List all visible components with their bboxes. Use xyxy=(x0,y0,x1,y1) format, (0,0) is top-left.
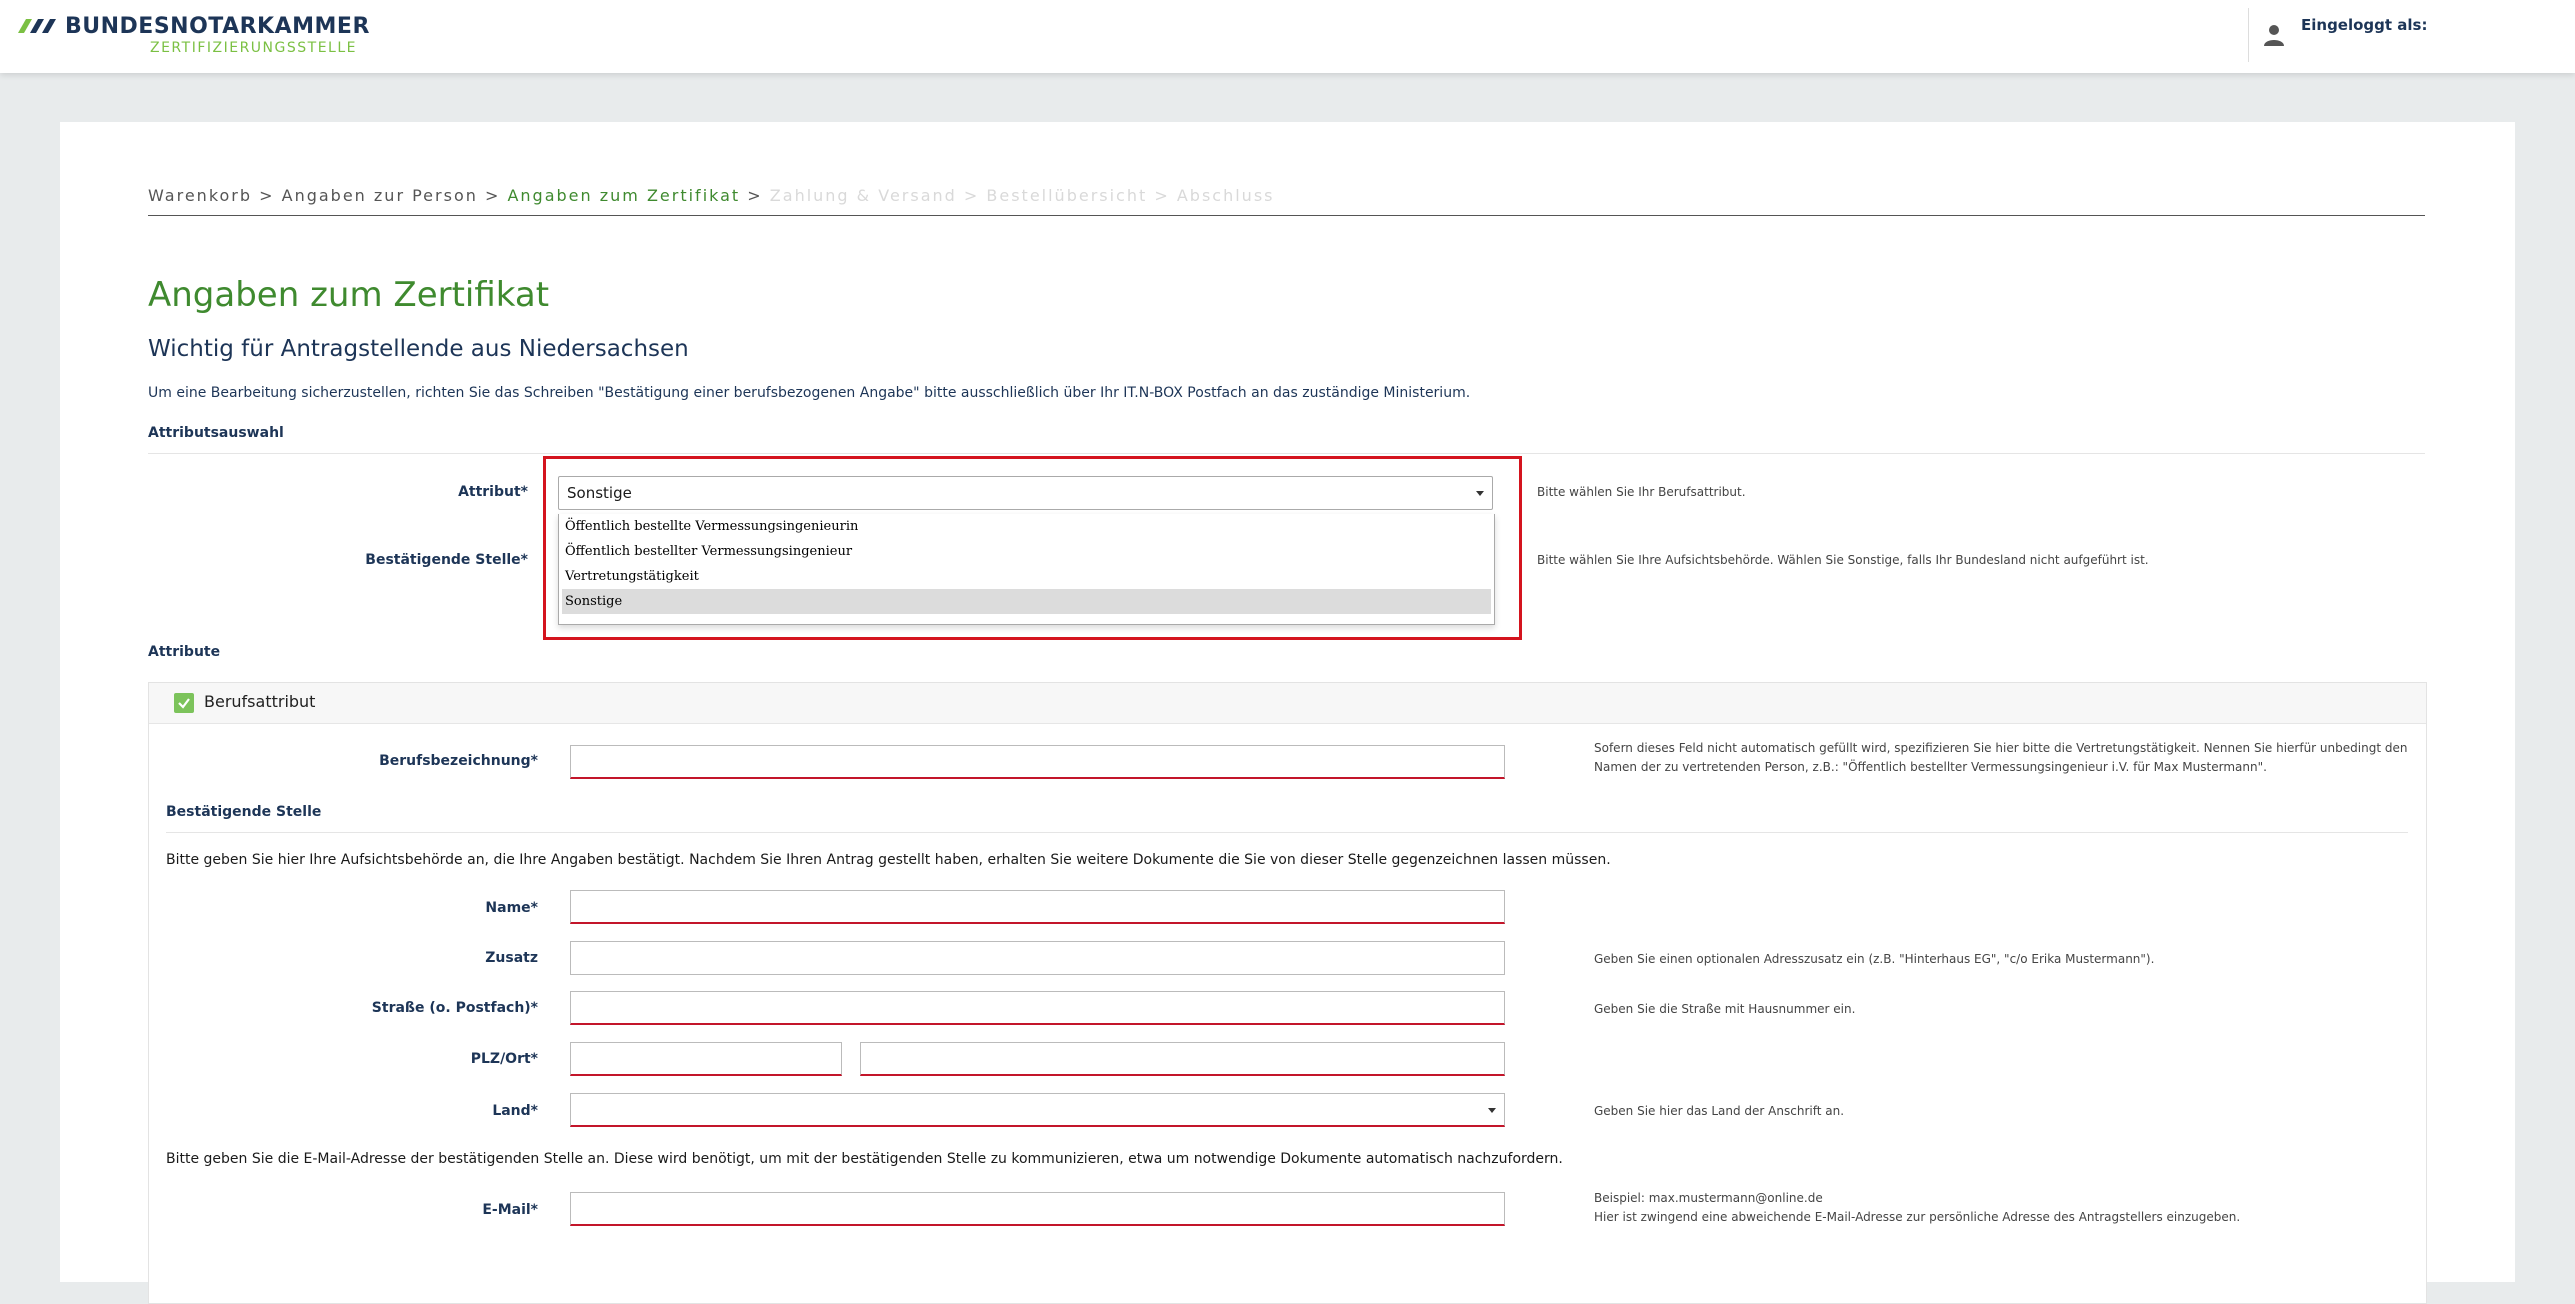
email-input[interactable] xyxy=(570,1192,1505,1226)
breadcrumb-step-overview: Bestellübersicht xyxy=(986,186,1148,205)
logo-stripes-icon xyxy=(18,19,56,33)
street-label: Straße (o. Postfach)* xyxy=(371,1000,538,1016)
highlight-frame xyxy=(543,456,1522,640)
breadcrumb-step-finish: Abschluss xyxy=(1176,186,1275,205)
postal-city-label: PLZ/Ort* xyxy=(470,1051,538,1067)
street-input[interactable] xyxy=(570,991,1505,1025)
authority-hint: Bitte wählen Sie Ihre Aufsichtsbehörde. … xyxy=(1537,553,2149,567)
breadcrumb-step-person[interactable]: Angaben zur Person xyxy=(282,186,478,205)
addition-label: Zusatz xyxy=(485,950,538,966)
breadcrumb-separator: > xyxy=(259,186,275,205)
page-title: Angaben zum Zertifikat xyxy=(148,275,550,315)
country-select[interactable] xyxy=(570,1093,1505,1127)
login-status-label: Eingeloggt als: xyxy=(2301,16,2428,34)
addition-input[interactable] xyxy=(570,941,1505,975)
email-label: E-Mail* xyxy=(482,1202,538,1218)
attribute-label: Attribut* xyxy=(458,484,528,500)
brand-name: BUNDESNOTARKAMMER xyxy=(65,14,370,39)
breadcrumb-separator: > xyxy=(484,186,501,205)
breadcrumb-separator: > xyxy=(1154,186,1170,205)
section-heading-authority: Bestätigende Stelle xyxy=(166,804,322,820)
job-title-label: Berufsbezeichnung* xyxy=(379,753,538,769)
breadcrumb-step-cart[interactable]: Warenkorb xyxy=(148,186,252,205)
job-title-input[interactable] xyxy=(570,745,1505,779)
authority-description: Bitte geben Sie hier Ihre Aufsichtsbehör… xyxy=(166,852,1611,868)
street-hint: Geben Sie die Straße mit Hausnummer ein. xyxy=(1594,1002,1856,1016)
attribute-hint: Bitte wählen Sie Ihr Berufsattribut. xyxy=(1537,485,1746,499)
info-notice: Um eine Bearbeitung sicherzustellen, ric… xyxy=(148,385,1471,401)
name-input[interactable] xyxy=(570,890,1505,924)
user-icon[interactable] xyxy=(2262,22,2286,46)
breadcrumb-step-certificate: Angaben zum Zertifikat xyxy=(507,186,741,205)
section-heading-attributes: Attribute xyxy=(148,644,221,660)
authority-label: Bestätigende Stelle* xyxy=(365,552,528,568)
breadcrumb-divider xyxy=(148,215,2425,216)
breadcrumb: Warenkorb > Angaben zur Person > Angaben… xyxy=(148,186,1275,205)
chevron-down-icon xyxy=(1488,1108,1496,1113)
job-title-hint-line-2: Namen der zu vertretenden Person, z.B.: … xyxy=(1594,760,2267,774)
breadcrumb-separator: > xyxy=(963,186,980,205)
header-divider xyxy=(2248,8,2249,62)
breadcrumb-step-payment: Zahlung & Versand xyxy=(769,186,957,205)
breadcrumb-separator: > xyxy=(747,186,763,205)
top-header: BUNDESNOTARKAMMER ZERTIFIZIERUNGSSTELLE … xyxy=(0,0,2575,73)
panel-header[interactable]: Berufsattribut xyxy=(149,683,2426,724)
country-label: Land* xyxy=(492,1103,538,1119)
email-hint-line-2: Hier ist zwingend eine abweichende E-Mai… xyxy=(1594,1210,2241,1224)
profession-attribute-panel: Berufsattribut Berufsbezeichnung* Sofern… xyxy=(148,682,2427,1304)
country-hint: Geben Sie hier das Land der Anschrift an… xyxy=(1594,1104,1845,1118)
section-divider xyxy=(166,832,2408,833)
panel-title: Berufsattribut xyxy=(204,692,316,711)
section-heading-attribute-selection: Attributsauswahl xyxy=(148,425,284,441)
email-description: Bitte geben Sie die E-Mail-Adresse der b… xyxy=(166,1151,1563,1167)
section-divider xyxy=(148,453,2425,454)
check-icon xyxy=(178,698,190,709)
email-hint-line-1: Beispiel: max.mustermann@online.de xyxy=(1594,1191,1823,1205)
name-label: Name* xyxy=(485,900,538,916)
brand-subtitle: ZERTIFIZIERUNGSSTELLE xyxy=(150,40,357,56)
checkbox-checked[interactable] xyxy=(174,693,194,713)
city-input[interactable] xyxy=(860,1042,1505,1076)
main-card: Warenkorb > Angaben zur Person > Angaben… xyxy=(60,122,2515,1304)
postal-code-input[interactable] xyxy=(570,1042,842,1076)
addition-hint: Geben Sie einen optionalen Adresszusatz … xyxy=(1594,952,2155,966)
page-subtitle: Wichtig für Antragstellende aus Niedersa… xyxy=(148,336,689,362)
job-title-hint-line-1: Sofern dieses Feld nicht automatisch gef… xyxy=(1594,741,2408,755)
